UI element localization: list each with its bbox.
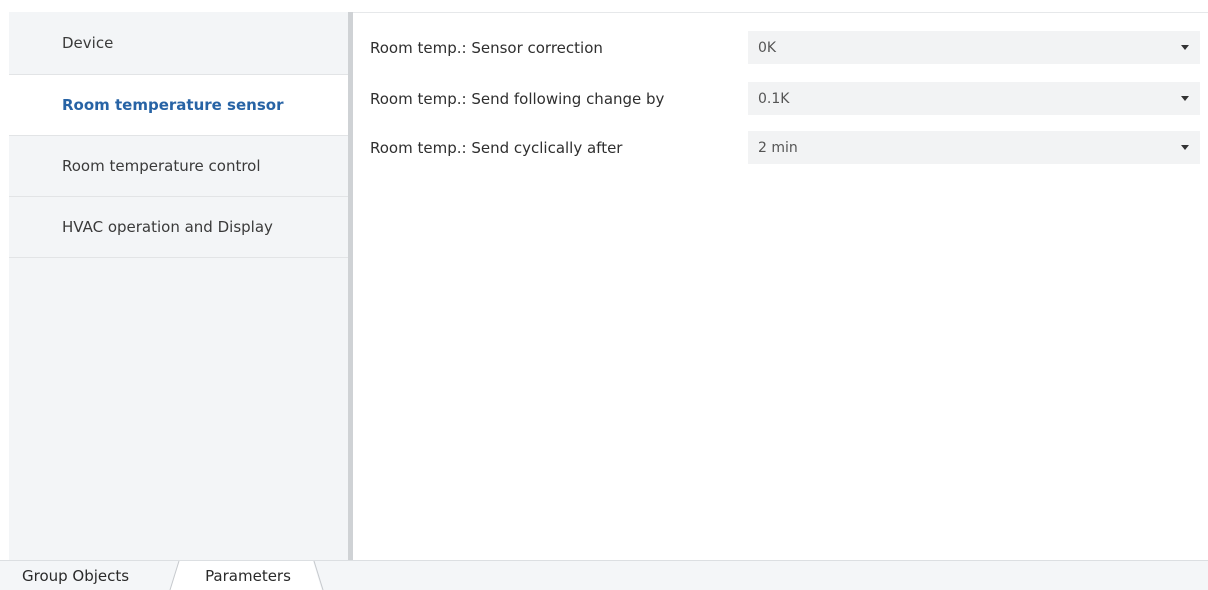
chevron-down-icon xyxy=(1181,96,1189,101)
sidebar-item-room-temperature-sensor[interactable]: Room temperature sensor xyxy=(9,75,348,136)
sidebar: Device Room temperature sensor Room temp… xyxy=(9,12,348,560)
dropdown-value: 0K xyxy=(758,39,777,56)
param-label: Room temp.: Send following change by xyxy=(370,89,665,108)
app-window: Device Room temperature sensor Room temp… xyxy=(0,0,1208,590)
param-label: Room temp.: Sensor correction xyxy=(370,38,603,57)
chevron-down-icon xyxy=(1181,145,1189,150)
sidebar-splitter[interactable] xyxy=(348,12,353,560)
param-row-send-following-change: Room temp.: Send following change by 0.1… xyxy=(370,82,1200,115)
send-following-change-dropdown[interactable]: 0.1K xyxy=(748,82,1200,115)
send-cyclically-dropdown[interactable]: 2 min xyxy=(748,131,1200,164)
sensor-correction-dropdown[interactable]: 0K xyxy=(748,31,1200,64)
param-row-send-cyclically: Room temp.: Send cyclically after 2 min xyxy=(370,131,1200,164)
sidebar-item-label: Room temperature control xyxy=(62,157,261,175)
sidebar-item-label: HVAC operation and Display xyxy=(62,218,273,236)
sidebar-item-label: Room temperature sensor xyxy=(62,96,284,114)
tab-group-objects[interactable]: Group Objects xyxy=(22,561,129,590)
sidebar-item-device[interactable]: Device xyxy=(9,12,348,75)
sidebar-item-label: Device xyxy=(62,34,114,52)
tab-outline xyxy=(169,561,324,590)
main-panel-border xyxy=(353,12,1208,13)
dropdown-value: 2 min xyxy=(758,139,798,156)
sidebar-item-room-temperature-control[interactable]: Room temperature control xyxy=(9,136,348,197)
param-row-sensor-correction: Room temp.: Sensor correction 0K xyxy=(370,31,1200,64)
sidebar-item-hvac-operation-and-display[interactable]: HVAC operation and Display xyxy=(9,197,348,258)
dropdown-value: 0.1K xyxy=(758,90,790,107)
param-label: Room temp.: Send cyclically after xyxy=(370,138,623,157)
tab-label: Group Objects xyxy=(22,567,130,585)
chevron-down-icon xyxy=(1181,45,1189,50)
bottom-tab-bar: Group Objects Parameters xyxy=(0,560,1208,590)
